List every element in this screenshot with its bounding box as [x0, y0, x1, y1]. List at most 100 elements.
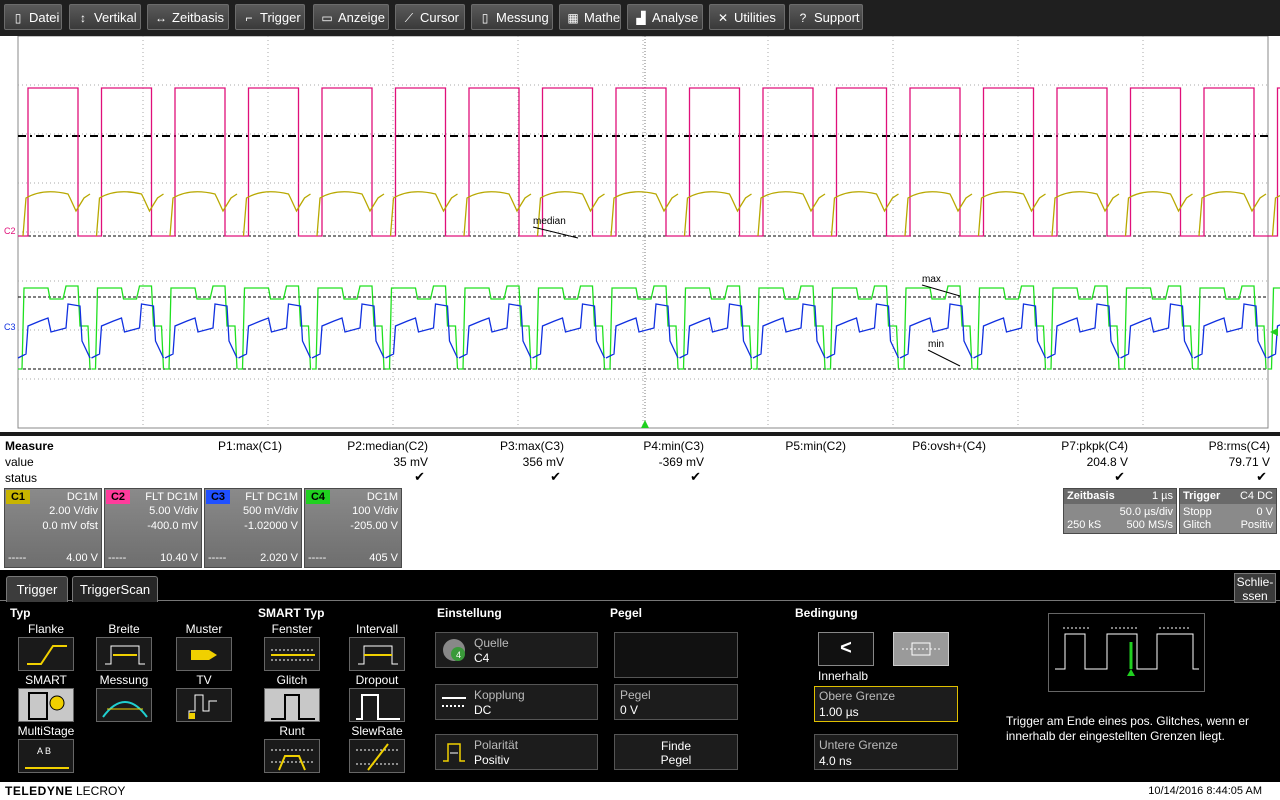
timebase-title: Zeitbasis	[1067, 490, 1115, 502]
channel-c2-panel[interactable]: C2 FLT DC1M 5.00 V/div -400.0 mV 10.40 V ----…	[104, 488, 202, 568]
inside-range-icon	[902, 642, 940, 656]
trigger-icon: ⌐	[245, 11, 253, 25]
param-name[interactable]: P1:max(C1)	[218, 439, 282, 453]
menu-analyse-button[interactable]: ▟ Analyse	[627, 4, 703, 30]
intervall-button[interactable]	[349, 637, 405, 671]
channel-l2: -205.00 V	[350, 520, 398, 532]
untere-grenze-field[interactable]: Untere Grenze 4.0 ns	[814, 734, 958, 770]
menu-label: Cursor	[420, 10, 460, 25]
quelle-label: Quelle	[474, 636, 509, 650]
channel-footer: 405 V	[369, 552, 398, 564]
innerhalb-label: Innerhalb	[818, 669, 869, 683]
glitch-diagram-icon	[1055, 627, 1199, 676]
quelle-field[interactable]: 4 Quelle C4	[435, 632, 598, 668]
smart-label-slewrate: SlewRate	[351, 724, 403, 738]
obere-grenze-value: 1.00 µs	[819, 705, 859, 719]
channel-c3-panel[interactable]: C3 FLT DC1M 500 mV/div -1.02000 V 2.020 V ---…	[204, 488, 302, 568]
tab-trigger[interactable]: Trigger	[6, 576, 68, 602]
trigger-level-marker[interactable]	[1270, 328, 1278, 336]
polarity-icon	[443, 743, 465, 762]
channel-footer: 2.020 V	[260, 552, 298, 564]
condition-less-button[interactable]: <	[818, 632, 874, 666]
menu-anzeige-button[interactable]: ▭ Anzeige	[313, 4, 389, 30]
section-pegel: Pegel	[610, 606, 643, 620]
param-name[interactable]: P4:min(C3)	[643, 439, 704, 453]
finde-label: Finde	[660, 739, 692, 753]
flanke-button[interactable]	[18, 637, 74, 671]
type-label-tv: TV	[196, 673, 212, 687]
polaritaet-value: Positiv	[474, 753, 510, 767]
param-name[interactable]: P5:min(C2)	[785, 439, 846, 453]
display-icon: ▭	[321, 11, 333, 25]
waveform-display[interactable]: C2 C3 median max min	[0, 36, 1280, 432]
type-label-multistage: MultiStage	[17, 724, 75, 738]
menu-messung-button[interactable]: ▯ Messung	[471, 4, 553, 30]
menu-support-button[interactable]: ? Support	[789, 4, 863, 30]
channel-c2_label: C2	[4, 226, 16, 236]
section-typ: Typ	[10, 606, 31, 620]
param-status-check-icon: ✔	[1256, 469, 1267, 484]
channel-tag: C4	[306, 490, 330, 504]
menu-cursor-button[interactable]: ⟋ Cursor	[395, 4, 465, 30]
channel-l2: 0.0 mV ofst	[42, 520, 98, 532]
menu-trigger-button[interactable]: ⌐ Trigger	[235, 4, 305, 30]
marker-max: max	[922, 274, 941, 285]
waveform-grid[interactable]: C2 C3 median max min	[0, 36, 1280, 432]
messung-button[interactable]	[96, 688, 152, 722]
obere-grenze-field[interactable]: Obere Grenze 1.00 µs	[814, 686, 958, 722]
support-icon: ?	[799, 11, 807, 25]
trigger-summary-box[interactable]: Trigger C4 DC Stopp 0 V Glitch Positiv	[1179, 488, 1277, 534]
param-name[interactable]: P7:pkpk(C4)	[1061, 439, 1128, 453]
pegel-value: 0 V	[620, 703, 639, 717]
param-name[interactable]: P6:ovsh+(C4)	[912, 439, 986, 453]
channel-c4-panel[interactable]: C4 DC1M 100 V/div -205.00 V 405 V -----	[304, 488, 402, 568]
param-name[interactable]: P2:median(C2)	[347, 439, 428, 453]
channel-header: DC1M	[366, 491, 398, 503]
finde-pegel-button[interactable]: Finde Pegel	[614, 734, 738, 770]
runt-icon	[271, 749, 315, 771]
flanke-icon	[27, 645, 67, 665]
menu-datei-button[interactable]: ▯ Datei	[4, 4, 62, 30]
pegel-field[interactable]: Pegel 0 V	[614, 684, 738, 720]
menu-utilities-button[interactable]: ✕ Utilities	[709, 4, 785, 30]
measure-row-value: value	[5, 455, 34, 469]
trigger-summary-slope: Positiv	[1240, 519, 1273, 531]
menu-vertikal-button[interactable]: ↕ Vertikal	[69, 4, 141, 30]
param-name[interactable]: P8:rms(C4)	[1209, 439, 1270, 453]
trigger-description: Trigger am Ende eines pos. Glitches, wen…	[1006, 714, 1250, 743]
smart-button[interactable]	[18, 688, 74, 722]
multistage-button[interactable]: A B	[18, 739, 74, 773]
condition-inside-button[interactable]	[893, 632, 949, 666]
channel-c1-panel[interactable]: C1 DC1M 2.00 V/div 0.0 mV ofst 4.00 V -----	[4, 488, 102, 568]
close-button[interactable]: Schlie- ssen	[1234, 573, 1276, 603]
type-label-messung: Messung	[99, 673, 149, 687]
type-label-flanke: Flanke	[27, 622, 65, 636]
tv-icon	[188, 694, 217, 719]
channel-tag: C1	[6, 490, 30, 504]
runt-button[interactable]	[264, 739, 320, 773]
channel-footer: 10.40 V	[160, 552, 198, 564]
glitch-button[interactable]	[264, 688, 320, 722]
type-label-muster: Muster	[185, 622, 223, 636]
slewrate-button[interactable]	[349, 739, 405, 773]
timebase-box[interactable]: Zeitbasis 1 µs 50.0 µs/div 250 kS 500 MS…	[1063, 488, 1177, 534]
channel-header: FLT DC1M	[245, 491, 298, 503]
muster-button[interactable]	[176, 637, 232, 671]
param-name[interactable]: P3:max(C3)	[500, 439, 564, 453]
smart-label-dropout: Dropout	[355, 673, 399, 687]
breite-button[interactable]	[96, 637, 152, 671]
trigger-summary-level: 0 V	[1256, 506, 1273, 518]
tv-button[interactable]	[176, 688, 232, 722]
dropout-button[interactable]	[349, 688, 405, 722]
menu-mathe-button[interactable]: ▦ Mathe	[559, 4, 621, 30]
kopplung-field[interactable]: Kopplung DC	[435, 684, 598, 720]
analysis-icon: ▟	[636, 11, 646, 25]
polaritaet-field[interactable]: Polarität Positiv	[435, 734, 598, 770]
fenster-button[interactable]	[264, 637, 320, 671]
menu-zeitbasis-button[interactable]: ↔ Zeitbasis	[147, 4, 229, 30]
measure-icon: ▯	[481, 11, 489, 25]
quelle-value: C4	[474, 651, 490, 665]
param-value: 356 mV	[522, 455, 564, 469]
tab-triggerscan[interactable]: TriggerScan	[72, 576, 158, 602]
smart-label-glitch: Glitch	[276, 673, 308, 687]
